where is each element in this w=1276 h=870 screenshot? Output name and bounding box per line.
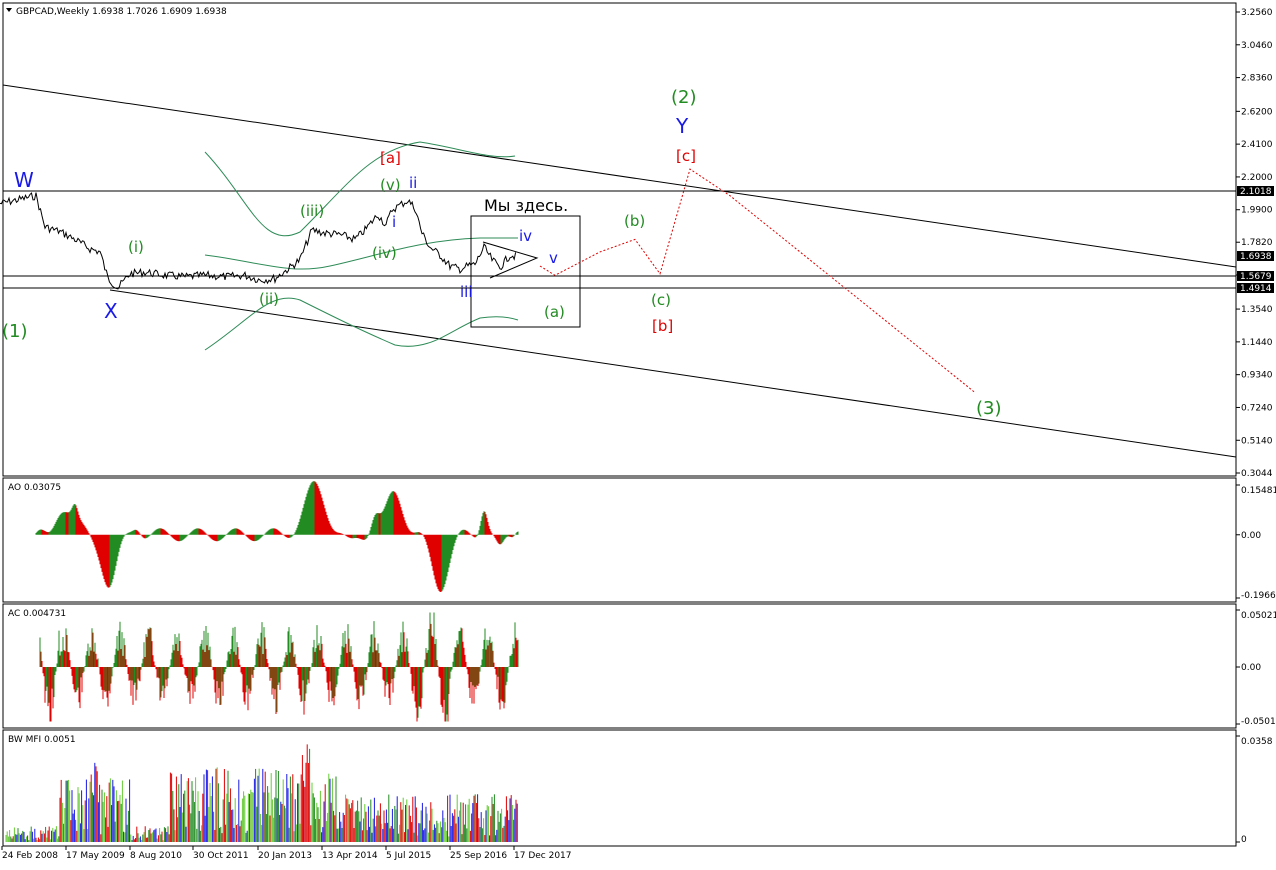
wave-label: X	[104, 299, 118, 323]
channel-upper-line	[2, 84, 1237, 268]
channel-lower-line	[109, 289, 1237, 458]
y-axis-layer: 3.2560 3.0460 2.8360 2.6200 2.4100 2.2000 1.99…	[1236, 8, 1274, 479]
osc-tick-label: 0	[1241, 835, 1247, 845]
wave-label: [a]	[380, 149, 401, 167]
forecast-path	[539, 168, 976, 393]
forecast-layer	[539, 168, 976, 393]
price-mark-label: 1.4914	[1240, 284, 1272, 294]
osc-tick-label: -0.19667	[1241, 591, 1276, 601]
x-tick-label: 20 Jan 2013	[258, 851, 312, 861]
price-mark-label: 2.1018	[1240, 187, 1272, 197]
x-tick-label: 24 Feb 2008	[2, 851, 58, 861]
wave-label: (3)	[976, 398, 1002, 419]
y-tick-label: 2.4100	[1241, 140, 1273, 150]
x-tick-label: 25 Sep 2016	[450, 851, 507, 861]
wave-label: [c]	[676, 147, 696, 165]
y-tick-label: 0.3044	[1241, 469, 1273, 479]
wave-label: (v)	[380, 176, 401, 194]
wave-label: (b)	[624, 212, 645, 230]
osc-tick-label: 0.050211	[1241, 611, 1276, 621]
osc-tick-label: 0.00	[1241, 531, 1261, 541]
price-layer	[0, 192, 517, 290]
wave-label: v	[549, 249, 558, 267]
x-tick-label: 17 May 2009	[66, 851, 125, 861]
wave-label-layer: WX(1)(i)(ii)(iii)(iv)(v)[a]iiiiiiivv(a)(…	[2, 87, 1002, 419]
envelope-upper-curve	[204, 141, 516, 237]
y-tick-label: 0.5140	[1241, 436, 1273, 446]
y-tick-label: 1.3540	[1241, 305, 1273, 315]
annotation-text: Мы здесь.	[484, 196, 568, 215]
wave-label: [b]	[652, 317, 673, 335]
y-tick-label: 0.7240	[1241, 403, 1273, 413]
y-tick-label: 2.6200	[1241, 107, 1273, 117]
symbol-header: GBPCAD,Weekly 1.6938 1.7026 1.6909 1.693…	[16, 7, 227, 17]
wave-label: i	[392, 213, 396, 231]
y-tick-label: 2.8360	[1241, 74, 1273, 84]
y-tick-label: 0.9340	[1241, 371, 1273, 381]
mfi-bars-layer: 0.0358 0	[5, 735, 1273, 845]
ao-panel	[2, 477, 1237, 603]
x-tick-label: 5 Jul 2015	[386, 851, 431, 861]
osc-tick-label: 0.00	[1241, 663, 1261, 673]
x-tick-label: 13 Apr 2014	[322, 851, 378, 861]
chart-canvas: GBPCAD,Weekly 1.6938 1.7026 1.6909 1.693…	[0, 2, 1276, 861]
ao-header: AO 0.03075	[8, 483, 61, 493]
wave-label: (iii)	[300, 202, 324, 220]
y-tick-label: 2.2000	[1241, 173, 1273, 183]
osc-tick-label: -0.05019	[1241, 717, 1276, 727]
price-line	[0, 192, 517, 290]
wave-label: (2)	[671, 87, 697, 108]
ac-header: AC 0.004731	[8, 609, 66, 619]
wave-label: (i)	[128, 238, 144, 256]
wave-label: (iv)	[372, 244, 397, 262]
ac-bars-layer: 0.050211 0.00 -0.05019	[39, 609, 1276, 727]
triangle-pattern	[482, 241, 539, 279]
wave-label: W	[14, 168, 34, 192]
x-axis-layer: 24 Feb 2008 17 May 2009 8 Aug 2010 30 Oct 2…	[1, 846, 572, 861]
ac-panel	[2, 603, 1237, 729]
y-tick-label: 1.7820	[1241, 238, 1273, 248]
y-tick-label: 3.0460	[1241, 41, 1273, 51]
y-tick-label: 1.1440	[1241, 338, 1273, 348]
wave-label: (1)	[2, 321, 28, 342]
x-tick-label: 8 Aug 2010	[130, 851, 182, 861]
wave-label: iv	[519, 227, 532, 245]
wave-label: (a)	[544, 303, 565, 321]
wave-label: ii	[409, 174, 417, 192]
price-mark-label: 1.6938	[1240, 252, 1272, 262]
osc-tick-label: 0.0358	[1241, 737, 1273, 747]
mfi-header: BW MFI 0.0051	[8, 735, 76, 745]
wave-label: (ii)	[259, 290, 279, 308]
symbol-dropdown-icon[interactable]	[6, 8, 12, 12]
ao-bars-layer: 0.15481 0.00 -0.19667	[35, 481, 1276, 601]
y-tick-label: 1.9900	[1241, 206, 1273, 216]
price-mark-label: 1.5679	[1240, 272, 1272, 282]
y-tick-label: 3.2560	[1241, 8, 1273, 18]
osc-tick-label: 0.15481	[1241, 486, 1276, 496]
wave-label: Y	[675, 114, 689, 138]
wave-label: iii	[460, 283, 473, 301]
wave-label: (c)	[651, 291, 671, 309]
x-tick-label: 30 Oct 2011	[193, 851, 249, 861]
x-tick-label: 17 Dec 2017	[514, 851, 572, 861]
